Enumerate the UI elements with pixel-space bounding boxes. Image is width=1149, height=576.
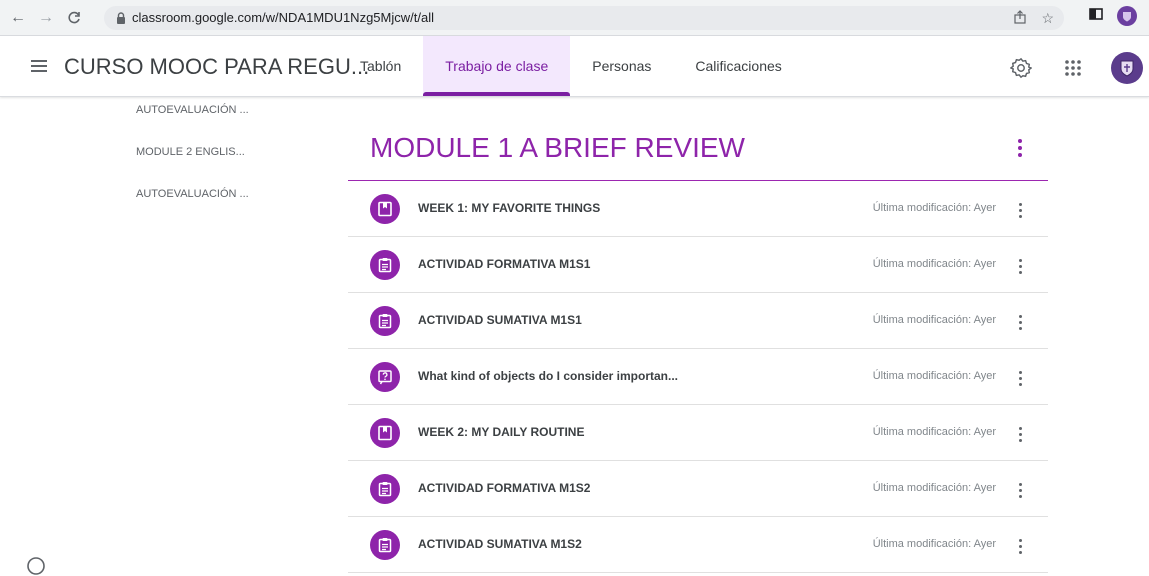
classwork-item-list: WEEK 1: MY FAVORITE THINGS Última modific… (348, 181, 1048, 573)
classwork-item-title[interactable]: WEEK 2: MY DAILY ROUTINE (418, 425, 584, 439)
last-modified-text: Última modificación: Ayer (872, 426, 996, 438)
last-modified-text: Última modificación: Ayer (872, 370, 996, 382)
item-more-options-icon[interactable] (1010, 534, 1030, 558)
classwork-item-row[interactable]: WEEK 1: MY FAVORITE THINGS Última modific… (348, 181, 1048, 237)
sidebar-topic-item[interactable]: MODULE 2 ENGLIS... (136, 144, 249, 186)
last-modified-text: Última modificación: Ayer (872, 258, 996, 270)
item-more-options-icon[interactable] (1010, 310, 1030, 334)
material-icon (370, 418, 400, 448)
url-text: classroom.google.com/w/NDA1MDU1Nzg5Mjcw/… (132, 10, 434, 25)
item-more-options-icon[interactable] (1010, 366, 1030, 390)
topic-header: MODULE 1 A BRIEF REVIEW (348, 96, 1048, 181)
last-modified-text: Última modificación: Ayer (872, 482, 996, 494)
last-modified-text: Última modificación: Ayer (872, 314, 996, 326)
browser-toolbar: ← → classroom.google.com/w/NDA1MDU1Nzg5M… (0, 0, 1149, 36)
item-more-options-icon[interactable] (1010, 254, 1030, 278)
back-icon[interactable]: ← (8, 8, 28, 28)
help-icon[interactable] (26, 556, 46, 576)
classwork-item-row[interactable]: WEEK 2: MY DAILY ROUTINE Última modificac… (348, 405, 1048, 461)
assignment-icon (370, 474, 400, 504)
address-bar[interactable]: classroom.google.com/w/NDA1MDU1Nzg5Mjcw/… (104, 6, 1064, 30)
question-icon (370, 362, 400, 392)
tab-trabajo-de-clase[interactable]: Trabajo de clase (423, 36, 571, 96)
classwork-item-row[interactable]: ACTIVIDAD FORMATIVA M1S1 Última modificac… (348, 237, 1048, 293)
topic-more-options-icon[interactable] (1010, 136, 1030, 160)
classwork-item-row[interactable]: ACTIVIDAD SUMATIVA M1S1 Última modificaci… (348, 293, 1048, 349)
bookmark-star-icon[interactable]: ☆ (1041, 10, 1054, 27)
topic-title[interactable]: MODULE 1 A BRIEF REVIEW (370, 132, 745, 164)
sidebar-topic-item[interactable]: AUTOEVALUACIÓN ... (136, 102, 249, 144)
classroom-header: CURSO MOOC PARA REGU... Tablón Trabajo d… (0, 36, 1149, 97)
classwork-item-title[interactable]: ACTIVIDAD FORMATIVA M1S1 (418, 257, 590, 271)
main-menu-icon[interactable] (28, 55, 50, 77)
tab-personas[interactable]: Personas (570, 36, 673, 96)
item-more-options-icon[interactable] (1010, 422, 1030, 446)
item-more-options-icon[interactable] (1010, 198, 1030, 222)
material-icon (370, 194, 400, 224)
classwork-item-row[interactable]: ACTIVIDAD FORMATIVA M1S2 Última modificac… (348, 461, 1048, 517)
classwork-item-title[interactable]: What kind of objects do I consider impor… (418, 369, 678, 383)
item-more-options-icon[interactable] (1010, 478, 1030, 502)
classwork-item-title[interactable]: ACTIVIDAD SUMATIVA M1S1 (418, 313, 582, 327)
assignment-icon (370, 530, 400, 560)
apps-grid-icon[interactable] (1059, 54, 1087, 82)
tab-calificaciones[interactable]: Calificaciones (673, 36, 803, 96)
forward-icon[interactable]: → (36, 8, 56, 28)
last-modified-text: Última modificación: Ayer (872, 538, 996, 550)
sidebar-topic-item[interactable]: AUTOEVALUACIÓN ... (136, 186, 249, 228)
classwork-item-title[interactable]: ACTIVIDAD FORMATIVA M1S2 (418, 481, 590, 495)
class-title[interactable]: CURSO MOOC PARA REGU... (64, 54, 369, 80)
share-icon[interactable] (1013, 10, 1027, 27)
classwork-main: MODULE 1 A BRIEF REVIEW WEEK 1: MY FAVOR… (348, 96, 1048, 573)
lock-icon (117, 12, 125, 24)
sidepanel-icon[interactable] (1089, 7, 1103, 26)
tab-tablon[interactable]: Tablón (338, 36, 423, 96)
assignment-icon (370, 306, 400, 336)
assignment-icon (370, 250, 400, 280)
classwork-item-title[interactable]: WEEK 1: MY FAVORITE THINGS (418, 201, 600, 215)
account-avatar[interactable] (1111, 52, 1143, 84)
settings-gear-icon[interactable] (1007, 54, 1035, 82)
classwork-item-row[interactable]: ACTIVIDAD SUMATIVA M1S2 Última modificaci… (348, 517, 1048, 573)
classwork-item-row[interactable]: What kind of objects do I consider impor… (348, 349, 1048, 405)
reload-icon[interactable] (64, 8, 84, 28)
classwork-item-title[interactable]: ACTIVIDAD SUMATIVA M1S2 (418, 537, 582, 551)
class-tabs: Tablón Trabajo de clase Personas Calific… (338, 36, 804, 96)
profile-avatar[interactable] (1117, 6, 1137, 26)
topics-sidebar: AUTOEVALUACIÓN ... MODULE 2 ENGLIS... AU… (136, 102, 249, 228)
last-modified-text: Última modificación: Ayer (872, 202, 996, 214)
